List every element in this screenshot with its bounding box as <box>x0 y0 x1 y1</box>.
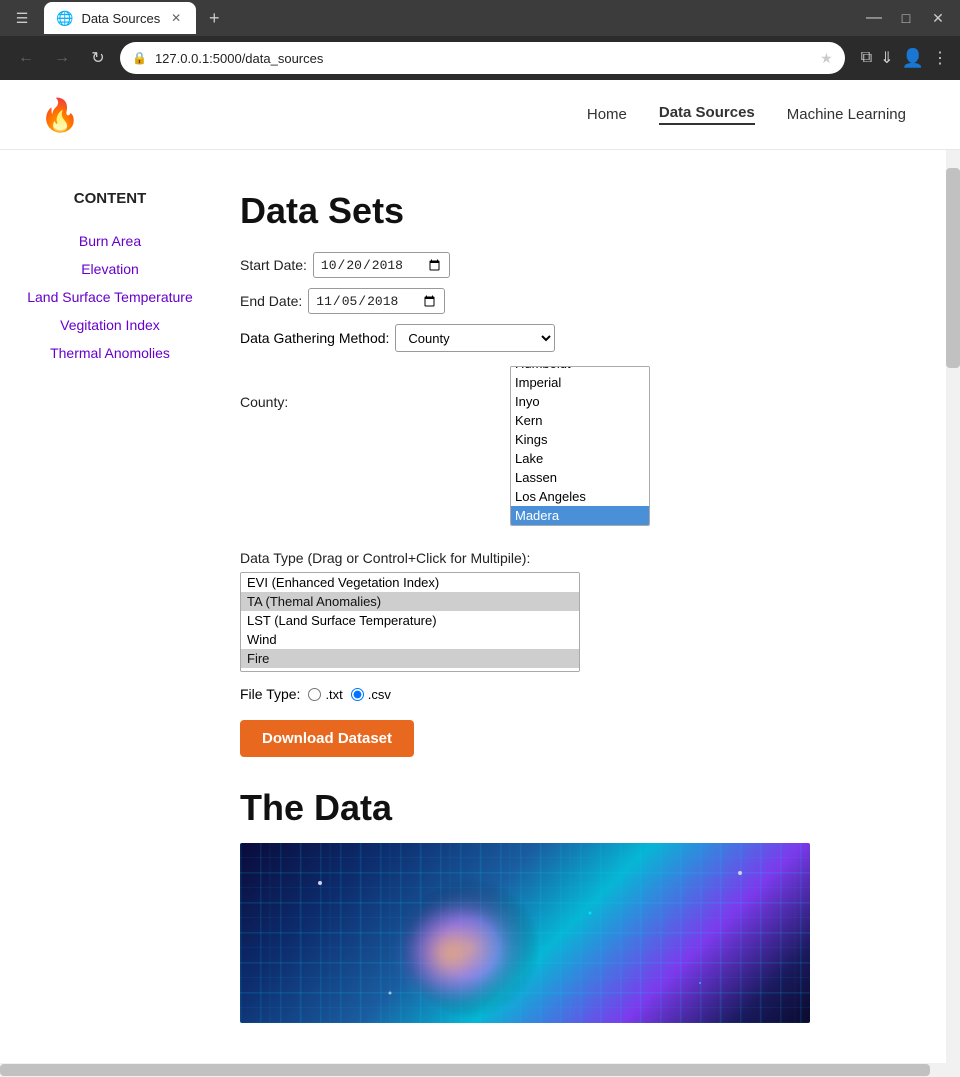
sidebar-link-lst[interactable]: Land Surface Temperature <box>0 283 220 311</box>
start-date-row: Start Date: <box>240 252 920 278</box>
page-body: Data Sets Start Date: End Date: Data Gat… <box>220 170 960 1043</box>
data-type-label: Data Type (Drag or Control+Click for Mul… <box>240 550 920 566</box>
scrollbar-track <box>946 80 960 1077</box>
file-type-label: File Type: <box>240 686 300 702</box>
download-icon[interactable]: ⇓ <box>880 48 893 68</box>
radio-csv-label: .csv <box>368 687 391 702</box>
bottom-scrollbar[interactable] <box>0 1063 960 1077</box>
tab-toggle-btn[interactable]: ☰ <box>8 4 36 32</box>
radio-csv: .csv <box>351 687 391 702</box>
tab-bar: ☰ 🌐 Data Sources ✕ + — □ ✕ <box>0 0 960 36</box>
download-btn[interactable]: Download Dataset <box>240 720 414 757</box>
back-btn[interactable]: ← <box>12 44 40 72</box>
sidebar: CONTENT Burn Area Elevation Land Surface… <box>0 170 220 1043</box>
tab-favicon: 🌐 <box>56 10 73 27</box>
county-label-text: County: <box>240 392 288 410</box>
window-controls: — □ ✕ <box>860 4 952 32</box>
data-type-listbox[interactable]: EVI (Enhanced Vegetation Index) TA (Them… <box>240 572 580 672</box>
nav-link-data-sources[interactable]: Data Sources <box>659 104 755 125</box>
radio-txt: .txt <box>308 687 342 702</box>
minimize-btn[interactable]: — <box>860 4 888 32</box>
method-label: Data Gathering Method: <box>240 330 389 346</box>
url-text: 127.0.0.1:5000/data_sources <box>155 51 812 66</box>
page-title: Data Sets <box>240 190 920 232</box>
start-date-input[interactable] <box>313 252 450 278</box>
browser-chrome: ☰ 🌐 Data Sources ✕ + — □ ✕ ← → ↻ 🔒 127.0… <box>0 0 960 1077</box>
data-type-section: Data Type (Drag or Control+Click for Mul… <box>240 550 920 672</box>
end-date-input[interactable] <box>308 288 445 314</box>
sidebar-title: CONTENT <box>0 190 220 207</box>
sidebar-link-thermal[interactable]: Thermal Anomolies <box>0 339 220 367</box>
method-select[interactable]: County Region State <box>395 324 555 352</box>
scrollbar-thumb[interactable] <box>946 168 960 368</box>
nav-links: Home Data Sources Machine Learning <box>587 104 906 125</box>
url-bar[interactable]: 🔒 127.0.0.1:5000/data_sources ★ <box>120 42 845 74</box>
sidebar-link-burn-area[interactable]: Burn Area <box>0 227 220 255</box>
nav-link-ml[interactable]: Machine Learning <box>787 106 906 123</box>
url-actions: ⧉ ⇓ 👤 ⋮ <box>861 48 948 69</box>
star-icon[interactable]: ★ <box>820 50 833 67</box>
radio-txt-label: .txt <box>325 687 342 702</box>
file-type-row: File Type: .txt .csv <box>240 686 920 702</box>
county-row: Humboldt Imperial Inyo Kern Kings Lake L… <box>240 366 920 526</box>
sidebar-link-veg[interactable]: Vegitation Index <box>0 311 220 339</box>
flame-icon: 🔥 <box>40 99 80 131</box>
bottom-scroll-thumb[interactable] <box>0 1064 930 1076</box>
data-visualization <box>240 843 810 1023</box>
radio-txt-input[interactable] <box>308 688 321 701</box>
maximize-btn[interactable]: □ <box>892 4 920 32</box>
reload-btn[interactable]: ↻ <box>84 44 112 72</box>
extensions-icon[interactable]: ⧉ <box>861 49 872 67</box>
tab-title: Data Sources <box>81 11 160 26</box>
lock-icon: 🔒 <box>132 51 147 65</box>
tab-close-btn[interactable]: ✕ <box>168 10 184 26</box>
navbar: 🔥 Home Data Sources Machine Learning <box>0 80 960 150</box>
menu-icon[interactable]: ⋮ <box>932 48 948 68</box>
county-listbox[interactable]: Humboldt Imperial Inyo Kern Kings Lake L… <box>510 366 650 526</box>
sidebar-link-elevation[interactable]: Elevation <box>0 255 220 283</box>
active-tab[interactable]: 🌐 Data Sources ✕ <box>44 2 196 34</box>
radio-csv-input[interactable] <box>351 688 364 701</box>
nav-link-home[interactable]: Home <box>587 106 627 123</box>
new-tab-btn[interactable]: + <box>200 4 228 32</box>
data-svg <box>240 843 810 1023</box>
main-content: CONTENT Burn Area Elevation Land Surface… <box>0 150 960 1063</box>
forward-btn[interactable]: → <box>48 44 76 72</box>
method-row: Data Gathering Method: County Region Sta… <box>240 324 920 352</box>
profile-icon[interactable]: 👤 <box>902 48 924 69</box>
end-date-label: End Date: <box>240 293 302 309</box>
end-date-row: End Date: <box>240 288 920 314</box>
start-date-label: Start Date: <box>240 257 307 273</box>
close-btn[interactable]: ✕ <box>924 4 952 32</box>
the-data-title: The Data <box>240 787 920 829</box>
address-bar: ← → ↻ 🔒 127.0.0.1:5000/data_sources ★ ⧉ … <box>0 36 960 80</box>
page-content: 🔥 Home Data Sources Machine Learning CON… <box>0 80 960 1077</box>
nav-logo: 🔥 <box>40 99 80 131</box>
